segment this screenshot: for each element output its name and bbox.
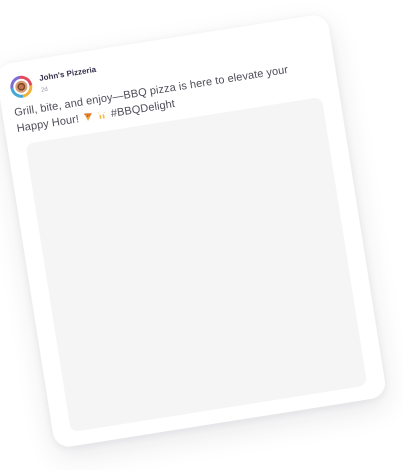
pizza-icon <box>84 113 92 121</box>
post-image-placeholder[interactable] <box>25 96 368 433</box>
raised-hands-icon <box>98 111 105 120</box>
avatar[interactable] <box>8 74 34 100</box>
pizza-avatar-icon <box>12 77 31 96</box>
post-preview-stage: John's Pizzeria 2d Grill, bite, and enjo… <box>0 0 403 470</box>
author-block: John's Pizzeria 2d <box>38 64 99 93</box>
post-card: John's Pizzeria 2d Grill, bite, and enjo… <box>0 13 388 449</box>
